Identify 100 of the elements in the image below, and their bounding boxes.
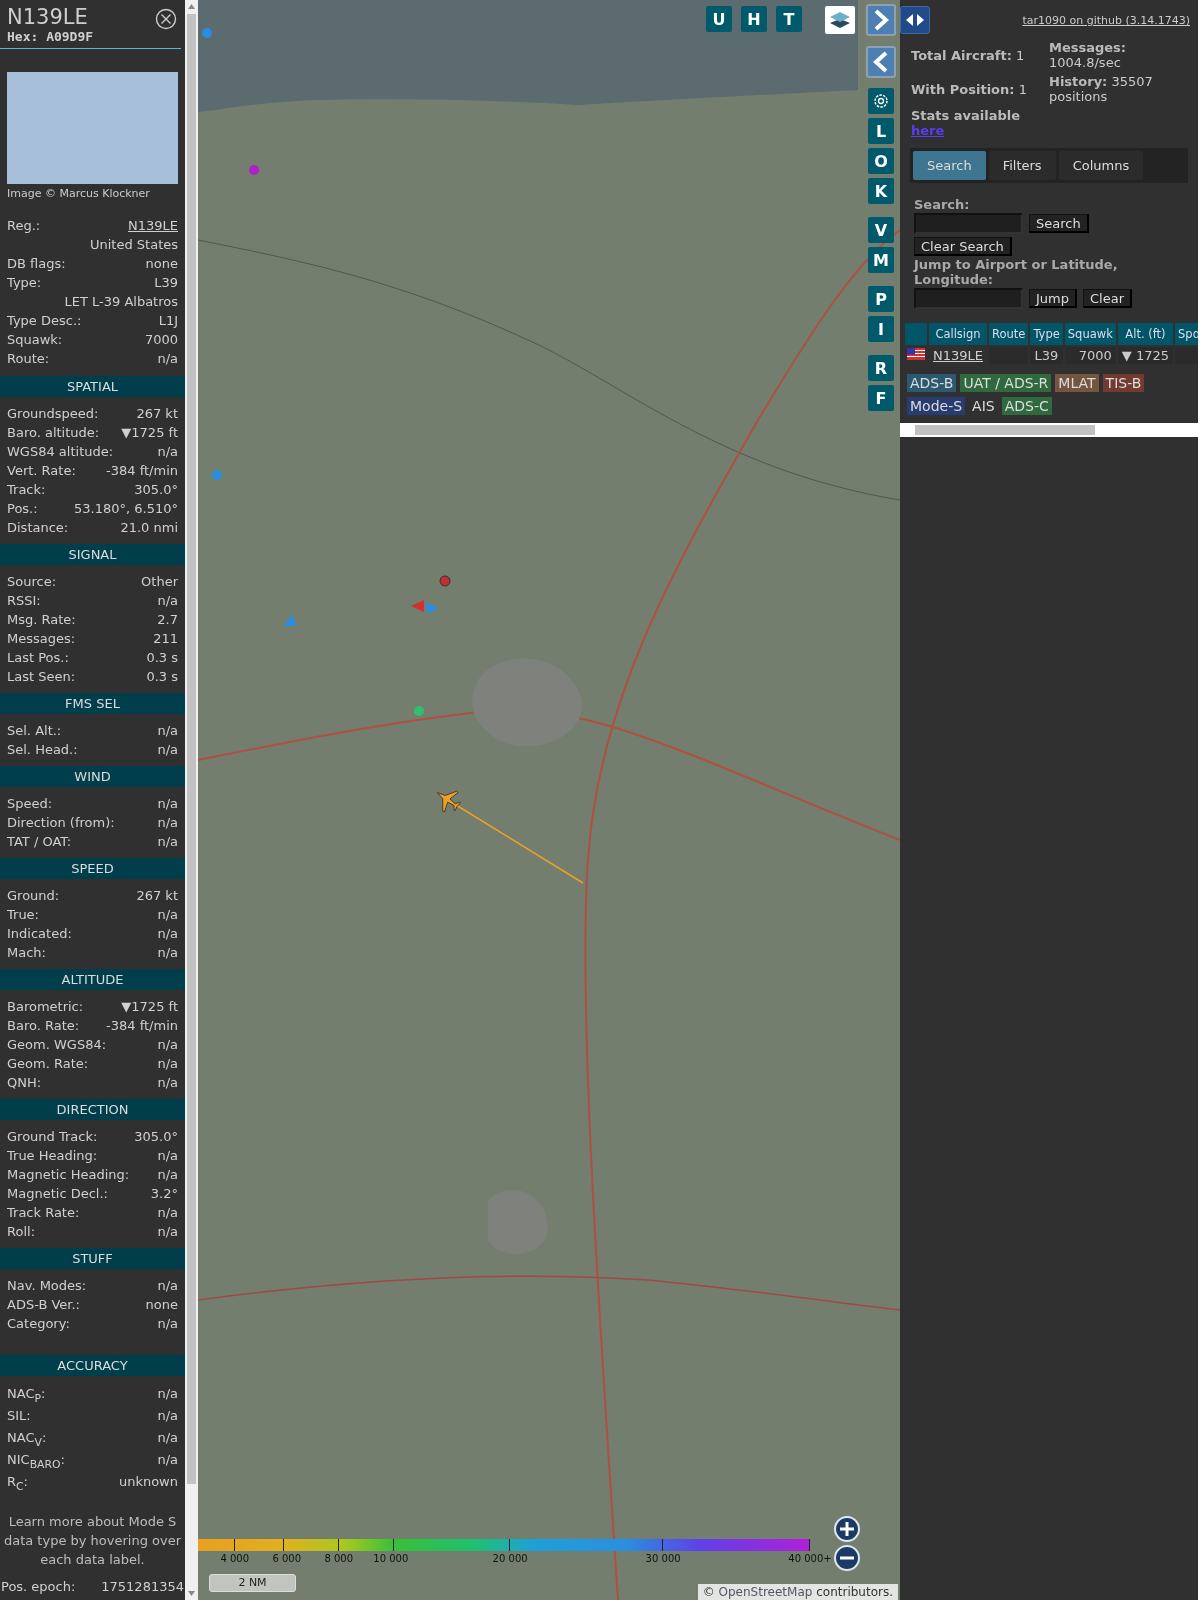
stats-text: Stats available: [911, 108, 1021, 123]
field-value: n/a: [157, 443, 178, 461]
field-value: n/a: [157, 350, 178, 368]
openstreetmap-link[interactable]: OpenStreetMap: [718, 1585, 813, 1599]
field-value: n/a: [157, 1055, 178, 1073]
aircraft-marker-triangle[interactable]: [284, 614, 296, 626]
field-value: n/a: [157, 1223, 178, 1241]
source-legend-tag: Mode-S: [907, 397, 966, 415]
map-toggle-button[interactable]: M: [868, 247, 894, 273]
settings-button[interactable]: [868, 88, 894, 114]
field-label: Pos.:: [7, 500, 38, 518]
field-label: Messages:: [7, 630, 76, 648]
scroll-up-icon[interactable]: [188, 4, 195, 9]
section-header: SPEED: [0, 858, 185, 879]
column-header[interactable]: Route: [989, 323, 1029, 345]
field-label: SIL:: [7, 1407, 31, 1425]
field-value: 3.2°: [150, 1185, 178, 1203]
map-toggle-button[interactable]: K: [868, 178, 894, 204]
previous-button[interactable]: [866, 46, 896, 78]
registration-link[interactable]: N139LE: [128, 216, 178, 235]
field-value: -384 ft/min: [106, 1017, 178, 1035]
scrollbar-thumb[interactable]: [187, 14, 196, 1484]
field-label: Barometric:: [7, 998, 84, 1016]
plus-icon: [839, 1521, 855, 1537]
field-value: 305.0°: [134, 481, 178, 499]
aircraft-marker-dot[interactable]: [414, 706, 424, 716]
field-label: Sel. Head.:: [7, 741, 78, 759]
next-button[interactable]: [866, 4, 896, 36]
total-aircraft: Total Aircraft: 1: [911, 47, 1026, 65]
field-label: QNH:: [7, 1074, 42, 1092]
close-button[interactable]: [155, 8, 177, 30]
field-label: WGS84 altitude:: [7, 443, 114, 461]
map-background[interactable]: U H T L O K V M P I R F 4 000 6 000 8 000 10 000 20 000 30 000 40 000+ 2 NM © OpenStreetMap contributors.: [198, 0, 900, 1600]
layers-button[interactable]: [825, 6, 855, 34]
sidebar-toggle-button[interactable]: [900, 6, 930, 34]
tab[interactable]: Filters: [988, 151, 1056, 180]
map-toggle-button[interactable]: P: [868, 286, 894, 312]
column-header[interactable]: Alt. (ft): [1117, 323, 1174, 345]
scale-bar: 2 NM: [209, 1574, 296, 1592]
column-header[interactable]: Type: [1030, 323, 1063, 345]
field-label: Last Seen:: [7, 668, 76, 686]
field-value: n/a: [157, 722, 178, 740]
section-header: SIGNAL: [0, 544, 185, 565]
jump-field[interactable]: [914, 288, 1023, 309]
field-value: n/a: [157, 1036, 178, 1054]
field-value: 211: [153, 630, 178, 648]
map-toggle-button[interactable]: V: [868, 217, 894, 243]
map-toggle-button[interactable]: O: [868, 148, 894, 174]
section-header: ALTITUDE: [0, 969, 185, 990]
zoom-in-button[interactable]: [834, 1516, 860, 1542]
aircraft-marker-dot[interactable]: [249, 165, 259, 175]
field-label: Geom. Rate:: [7, 1055, 89, 1073]
chevron-right-icon: [873, 9, 889, 31]
callsign-link[interactable]: N139LE: [933, 348, 983, 363]
map-toggle-button[interactable]: F: [868, 385, 894, 411]
map-toggle-button[interactable]: I: [868, 316, 894, 342]
aircraft-marker-triangle[interactable]: [425, 602, 438, 614]
aircraft-marker-dot[interactable]: [212, 470, 222, 480]
clear-search-button[interactable]: Clear Search: [914, 237, 1012, 256]
column-header[interactable]: Squawk: [1064, 323, 1116, 345]
aircraft-marker-triangle[interactable]: [411, 600, 424, 612]
scale-label: 40 000+: [788, 1553, 832, 1564]
search-field[interactable]: [914, 213, 1023, 234]
field-label: Baro. altitude:: [7, 424, 100, 442]
tab[interactable]: Columns: [1058, 151, 1144, 180]
field-value: n/a: [157, 906, 178, 924]
source-legend-tag: TIS-B: [1102, 374, 1145, 392]
zoom-out-button[interactable]: [834, 1545, 860, 1571]
github-link[interactable]: tar1090 on github (3.14.1743): [1022, 14, 1190, 27]
map-toggle-button[interactable]: T: [776, 6, 802, 32]
clear-button[interactable]: Clear: [1083, 289, 1132, 308]
map-toggle-button[interactable]: R: [868, 355, 894, 381]
map-toggle-button[interactable]: L: [868, 118, 894, 144]
aircraft-marker-dot[interactable]: [202, 28, 212, 38]
scroll-down-icon[interactable]: [188, 1591, 195, 1596]
field-label: True Heading:: [7, 1147, 98, 1165]
scale-label: 10 000: [373, 1553, 409, 1564]
scrollbar-thumb[interactable]: [915, 425, 1095, 435]
tab[interactable]: Search: [913, 151, 986, 180]
field-label: Speed:: [7, 795, 53, 813]
scrollbar[interactable]: [185, 0, 198, 1600]
field-label: Distance:: [7, 519, 69, 537]
aircraft-icon[interactable]: [436, 790, 462, 813]
field-value: n/a: [157, 1429, 178, 1447]
map-toggle-button[interactable]: U: [706, 6, 732, 32]
map-toggle-button[interactable]: H: [741, 6, 767, 32]
column-header[interactable]: Callsign: [929, 323, 987, 345]
scale-label: 6 000: [272, 1553, 302, 1564]
section-header: SPATIAL: [0, 376, 185, 397]
search-button[interactable]: Search: [1029, 214, 1089, 233]
aircraft-marker-dot[interactable]: [439, 575, 451, 587]
aircraft-callsign: N139LE: [7, 5, 89, 29]
source-legend-tag: ADS-B: [907, 374, 957, 392]
field-label: Ground Track:: [7, 1128, 98, 1146]
hex-code: Hex: A09D9F: [7, 29, 94, 44]
field-value: n/a: [157, 592, 178, 610]
jump-button[interactable]: Jump: [1029, 289, 1077, 308]
field-label: Source:: [7, 573, 57, 591]
field-label: Route:: [7, 350, 50, 368]
horizontal-scrollbar[interactable]: [900, 423, 1198, 437]
